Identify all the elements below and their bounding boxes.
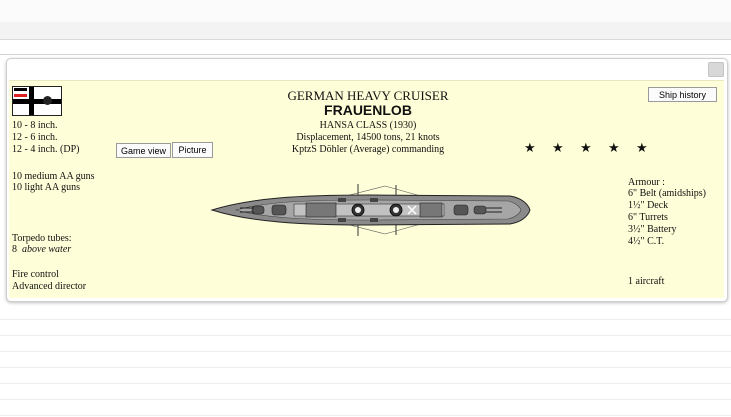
ship-profile-icon xyxy=(210,184,531,236)
aa-gun-line: 10 medium AA guns xyxy=(12,171,95,182)
picture-button[interactable]: Picture xyxy=(172,142,213,158)
main-gun-line: 12 - 4 inch. (DP) xyxy=(12,144,80,155)
fire-control-value: Advanced director xyxy=(12,281,87,292)
close-icon[interactable] xyxy=(708,62,724,77)
ship-type-title: GERMAN HEAVY CRUISER xyxy=(287,88,449,103)
ship-history-button[interactable]: Ship history xyxy=(648,87,717,102)
ship-class: HANSA CLASS (1930) xyxy=(319,120,417,131)
star-icon: ★ xyxy=(608,140,620,155)
toolbar-band xyxy=(0,22,731,40)
armour-line: 3½" Battery xyxy=(628,224,677,235)
armour-line: 6" Belt (amidships) xyxy=(628,188,706,199)
main-gun-line: 10 - 8 inch. xyxy=(12,120,58,131)
torpedo-title: Torpedo tubes: xyxy=(12,233,72,244)
ship-displacement: Displacement, 14500 tons, 21 knots xyxy=(296,132,440,143)
ship-name: FRAUENLOB xyxy=(324,102,412,118)
ship-commander: KptzS Döhler (Average) commanding xyxy=(291,144,445,155)
aa-gun-line: 10 light AA guns xyxy=(12,182,81,193)
german-naval-ensign-icon xyxy=(12,86,62,116)
fire-control-title: Fire control xyxy=(12,269,59,280)
armour-line: 4½" C.T. xyxy=(628,236,665,247)
armour-title: Armour : xyxy=(628,177,665,188)
separator xyxy=(0,54,731,55)
crew-rating-stars: ★ ★ ★ ★ ★ xyxy=(524,141,664,155)
main-gun-line: 12 - 6 inch. xyxy=(12,132,58,143)
aircraft-count: 1 aircraft xyxy=(628,276,665,287)
game-view-button[interactable]: Game view xyxy=(116,143,171,158)
armour-line: 6" Turrets xyxy=(628,212,668,223)
top-strip xyxy=(0,0,731,22)
torpedo-info: 8 above water xyxy=(12,244,72,255)
star-icon: ★ xyxy=(524,140,536,155)
star-icon: ★ xyxy=(636,140,648,155)
empty-list-area xyxy=(0,304,731,417)
star-icon: ★ xyxy=(552,140,564,155)
armour-line: 1½" Deck xyxy=(628,200,669,211)
star-icon: ★ xyxy=(580,140,592,155)
